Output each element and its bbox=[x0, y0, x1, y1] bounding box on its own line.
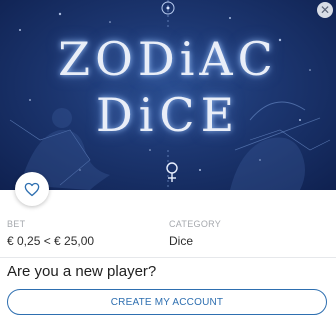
bet-value: € 0,25 < € 25,00 bbox=[7, 234, 95, 248]
category-value: Dice bbox=[169, 234, 194, 248]
game-title-line1: ZODiAC bbox=[58, 32, 278, 86]
heart-icon bbox=[24, 182, 40, 196]
venus-symbol-icon bbox=[166, 162, 178, 182]
divider bbox=[0, 257, 336, 258]
bet-label: BET bbox=[7, 219, 26, 229]
close-button[interactable]: ✕ bbox=[317, 2, 333, 18]
close-icon: ✕ bbox=[319, 3, 331, 17]
game-banner: ZODiAC DiCE ✕ bbox=[0, 0, 336, 190]
create-account-button[interactable]: CREATE MY ACCOUNT bbox=[7, 289, 327, 315]
game-title-line2: DiCE bbox=[95, 88, 241, 142]
new-player-question: Are you a new player? bbox=[7, 263, 157, 280]
category-label: CATEGORY bbox=[169, 219, 222, 229]
favorite-button[interactable] bbox=[15, 172, 49, 206]
